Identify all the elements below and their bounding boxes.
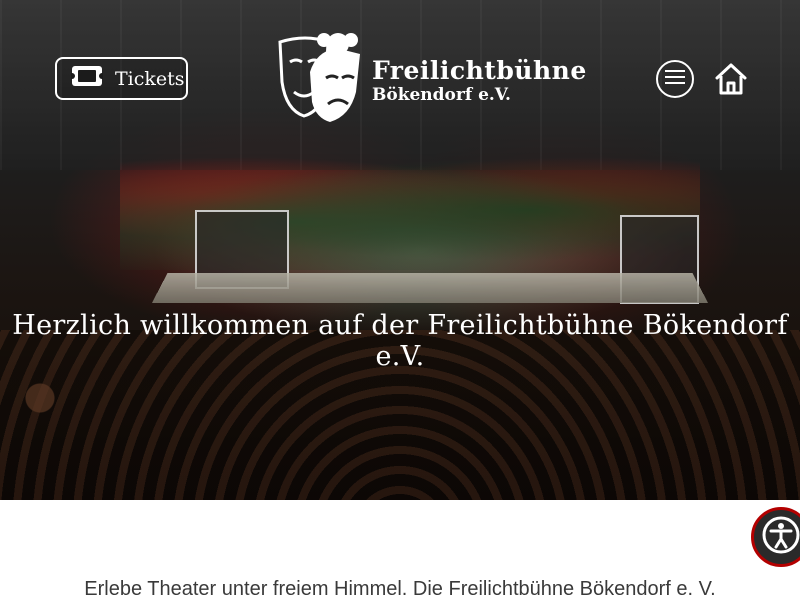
logo-title: Freilichtbühne [372,55,587,85]
logo-subtitle: Bökendorf e.V. [372,84,511,105]
home-button[interactable] [714,62,748,96]
home-icon [714,63,748,100]
ticket-icon [69,65,105,92]
hero-banner: Tickets Freilichtbühne Bökendorf e.V. He… [0,0,800,500]
accessibility-button[interactable] [751,507,800,567]
hamburger-menu-icon [665,69,685,89]
menu-button[interactable] [656,60,694,98]
theater-masks-tree-icon [276,32,362,128]
stage-floor [151,272,709,304]
site-logo[interactable]: Freilichtbühne Bökendorf e.V. [276,32,586,128]
tickets-label: Tickets [115,67,185,90]
tickets-button[interactable]: Tickets [55,57,188,100]
welcome-heading: Herzlich willkommen auf der Freilichtbüh… [12,310,788,372]
intro-text: Erlebe Theater unter freiem Himmel. Die … [84,578,716,600]
accessibility-icon [761,515,800,559]
